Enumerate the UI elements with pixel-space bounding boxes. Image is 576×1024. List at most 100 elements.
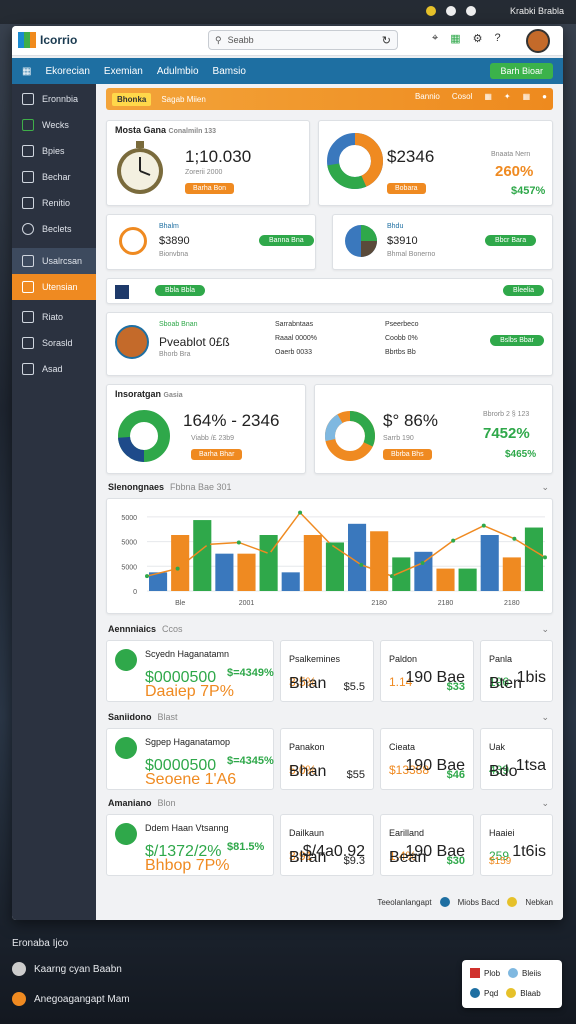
notification-icon[interactable]: [426, 6, 436, 16]
nav-item-3[interactable]: Adulmbio: [157, 66, 199, 77]
section-main-card[interactable]: Scyedn Haganatamn $0000500 Daaiep 7P% $=…: [106, 640, 274, 702]
kpi-card-check[interactable]: Bhalm $3890 Bionvbna Banna Bna: [106, 214, 316, 270]
app-logo[interactable]: Icorrio: [18, 32, 77, 48]
nav-item-1[interactable]: Ekorecian: [45, 66, 89, 77]
sidebar-item-5[interactable]: Renitio: [12, 190, 96, 216]
sidebar-item-3[interactable]: Bpies: [12, 138, 96, 164]
grid-icon[interactable]: ▦: [523, 92, 531, 101]
card-value: $° 86%: [383, 411, 439, 430]
card-pill[interactable]: Bobara: [387, 183, 426, 194]
nav-item-2[interactable]: Exemian: [104, 66, 143, 77]
section-card-title: Ddem Haan Vtsanng: [145, 823, 229, 833]
nav-item-4[interactable]: Bamsio: [213, 66, 246, 77]
search-input[interactable]: ⚲ Seabb ↻: [208, 30, 398, 50]
footer-mid[interactable]: Miobs Bacd: [458, 898, 500, 907]
sidebar-item-2[interactable]: Wecks: [12, 112, 96, 138]
kpi-card-donut-orange[interactable]: $° 86% Sarrb 190 Bbrba Bhs Bbrorb 2 § 12…: [314, 384, 553, 474]
popup-row-1[interactable]: Plob Bleiis: [470, 968, 541, 978]
mini-value-2: $46: [446, 769, 465, 781]
refresh-icon[interactable]: ↻: [382, 34, 391, 47]
chart-point: [451, 538, 456, 543]
chevron-down-icon[interactable]: ⌄: [541, 712, 549, 723]
section-main-card[interactable]: Sgpep Haganatamop $0000500 Seoene 1'A6 $…: [106, 728, 274, 790]
kpi-card-pie[interactable]: Bhdu $3910 Bhmal Bonerno Bbcr Bara: [332, 214, 553, 270]
section-mini-card-1[interactable]: Panakon 5.0% Bhan $55: [280, 728, 374, 790]
grid-icon[interactable]: ▦: [450, 32, 460, 45]
search-placeholder: Seabb: [227, 35, 254, 45]
y-tick-label: 5000: [121, 540, 137, 547]
section-mini-card-3[interactable]: Uak 439 1tsa Bdo: [480, 728, 553, 790]
popup-row-2[interactable]: Pqd Blaab: [470, 988, 541, 998]
profile-button[interactable]: Bslbs Bbar: [490, 335, 544, 346]
sidebar-item-4[interactable]: Bechar: [12, 164, 96, 190]
calendar-icon[interactable]: ▦: [484, 92, 492, 101]
section-card-value: $81.5%: [227, 841, 265, 853]
card-subtitle: Bnaata Nern: [491, 151, 531, 158]
nav-cta-button[interactable]: Barh Bioar: [490, 63, 553, 79]
popup-label: Blaab: [520, 988, 541, 998]
strip-action-1[interactable]: Bannio: [415, 92, 440, 101]
settings-icon[interactable]: ⚙: [473, 32, 483, 45]
sidebar-label: Sorasld: [42, 338, 73, 348]
section-mini-card-3[interactable]: Haaiei 259 1t6is $159: [480, 814, 553, 876]
bottom-item-2[interactable]: Anegoagangapt Mam: [12, 992, 130, 1006]
section-main-card[interactable]: Ddem Haan Vtsanng $/1372/2% Bhbop 7P% $8…: [106, 814, 274, 876]
avatar: [115, 325, 149, 359]
profile-row[interactable]: Sboab Bnan Pveablot 0£ß Bhorb Bra Sarrab…: [106, 312, 553, 376]
sidebar-item-10[interactable]: Sorasld: [12, 330, 96, 356]
mini-value-2: $55: [346, 769, 365, 781]
user-avatar[interactable]: [526, 29, 550, 53]
footer-right[interactable]: Nebkan: [525, 898, 553, 907]
action-button[interactable]: Bleelia: [502, 285, 544, 296]
chevron-down-icon[interactable]: ⌄: [541, 482, 549, 493]
section-mini-card-2[interactable]: Earilland 1.4% 190 Bae Bean $30: [380, 814, 474, 876]
card-pill[interactable]: Barha Bhar: [191, 449, 243, 460]
section-mini-card-2[interactable]: Paldon 1.14 190 Bae $33: [380, 640, 474, 702]
sidebar-item-1[interactable]: Eronnbia: [12, 86, 96, 112]
sidebar-item-11[interactable]: Asad: [12, 356, 96, 382]
chart-bar: [502, 557, 521, 591]
help-icon[interactable]: ?: [494, 32, 500, 45]
card-button[interactable]: Bbcr Bara: [485, 235, 537, 246]
kpi-card-clock[interactable]: Mosta Gana Conalmiln 133 1;10.030 Zoreri…: [106, 120, 310, 206]
mini-note: 1t6is: [512, 843, 546, 860]
sidebar-label: Wecks: [42, 120, 69, 130]
footer-left: Teeolanlangapt: [377, 897, 432, 907]
kpi-card-donut-green[interactable]: Insoratgan Gasia 164% - 2346 Viabb /£ 23…: [106, 384, 306, 474]
chart-bar: [458, 568, 477, 591]
wifi-icon[interactable]: [466, 6, 476, 16]
section-mini-card-1[interactable]: Psalkemines 3.5% Bhan $5.5: [280, 640, 374, 702]
nav-menu-icon[interactable]: ▦: [22, 66, 31, 77]
sidebar-icon: [22, 197, 34, 209]
meta-2: Raaal 0000%: [275, 335, 318, 342]
sidebar-item-6[interactable]: Beclets: [12, 216, 96, 242]
chart-point: [543, 555, 547, 560]
bottom-item-1[interactable]: Kaarng cyan Baabn: [12, 962, 122, 976]
card-button[interactable]: Banna Bna: [259, 235, 314, 246]
sidebar-item-7[interactable]: Usalrcsan: [12, 248, 96, 274]
sidebar-label: Riato: [42, 312, 64, 322]
sidebar-item-8[interactable]: Utensian: [12, 274, 96, 300]
action-pill[interactable]: Bbla Bbla: [155, 285, 205, 296]
kpi-card-donut[interactable]: $2346 Bobara Bnaata Nern 260% $457%: [318, 120, 553, 206]
chevron-down-icon[interactable]: ⌄: [541, 798, 549, 809]
card-pill[interactable]: Barha Bon: [185, 183, 235, 194]
card-pill[interactable]: Bbrba Bhs: [383, 449, 432, 460]
settings-icon[interactable]: [446, 6, 456, 16]
pin-icon[interactable]: ⌖: [432, 32, 438, 45]
tools-icon[interactable]: ✦: [504, 92, 511, 101]
section-card-line2: Bhbop 7P%: [145, 857, 230, 874]
sidebar-item-9[interactable]: Riato: [12, 304, 96, 330]
info-icon[interactable]: ●: [542, 92, 547, 101]
section-mini-card-1[interactable]: Dailkaun 3.91 Bhan $/4a0.92 $9.3: [280, 814, 374, 876]
strip-action-2[interactable]: Cosol: [452, 92, 472, 101]
x-tick-label: Ble: [175, 600, 185, 607]
bottom-title: Eronaba Ijco: [12, 938, 69, 949]
sidebar-icon: [22, 145, 34, 157]
section-card-line2: Seoene 1'A6: [145, 771, 237, 788]
strip-badge[interactable]: Bhonka: [112, 92, 152, 106]
section-mini-card-3[interactable]: Panla 196 1bis Bten: [480, 640, 553, 702]
chevron-down-icon[interactable]: ⌄: [541, 624, 549, 635]
section-mini-card-2[interactable]: Cieata $13388 190 Bae $46: [380, 728, 474, 790]
sidebar-icon: [22, 93, 34, 105]
